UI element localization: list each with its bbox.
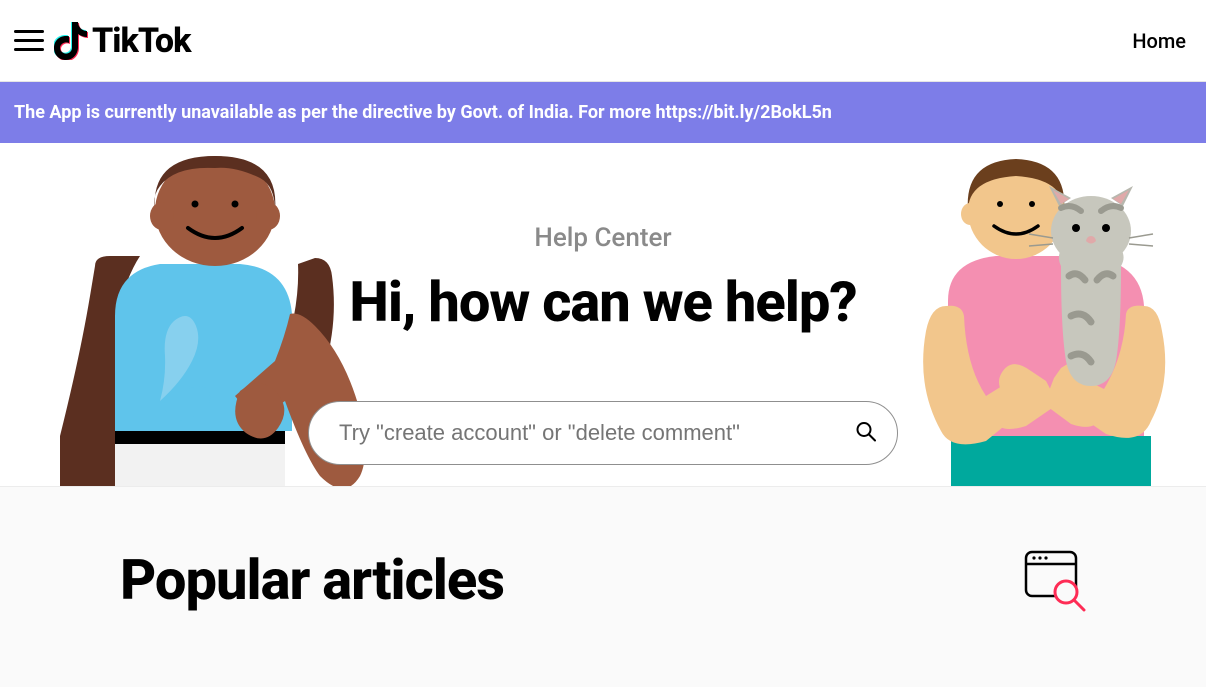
home-link[interactable]: Home <box>1132 29 1186 53</box>
page-header: TikTok Home <box>0 0 1206 82</box>
notice-text: The App is currently unavailable as per … <box>14 102 832 123</box>
tiktok-note-icon <box>54 22 88 60</box>
hero-text: Help Center Hi, how can we help? <box>0 223 1206 465</box>
search-button[interactable] <box>856 422 876 445</box>
menu-icon[interactable] <box>14 30 44 51</box>
help-title: Hi, how can we help? <box>0 269 1206 335</box>
hero-section: Help Center Hi, how can we help? <box>0 143 1206 487</box>
header-left: TikTok <box>14 21 190 61</box>
help-center-label: Help Center <box>0 223 1206 253</box>
popular-articles-title: Popular articles <box>120 547 504 613</box>
brand-name: TikTok <box>92 21 190 61</box>
browser-search-icon <box>1022 548 1086 612</box>
search-input[interactable] <box>308 401 898 465</box>
notice-banner: The App is currently unavailable as per … <box>0 82 1206 143</box>
tiktok-logo[interactable]: TikTok <box>54 21 190 61</box>
search-icon <box>856 422 876 442</box>
search-wrap <box>308 401 898 465</box>
popular-section: Popular articles <box>0 487 1206 687</box>
